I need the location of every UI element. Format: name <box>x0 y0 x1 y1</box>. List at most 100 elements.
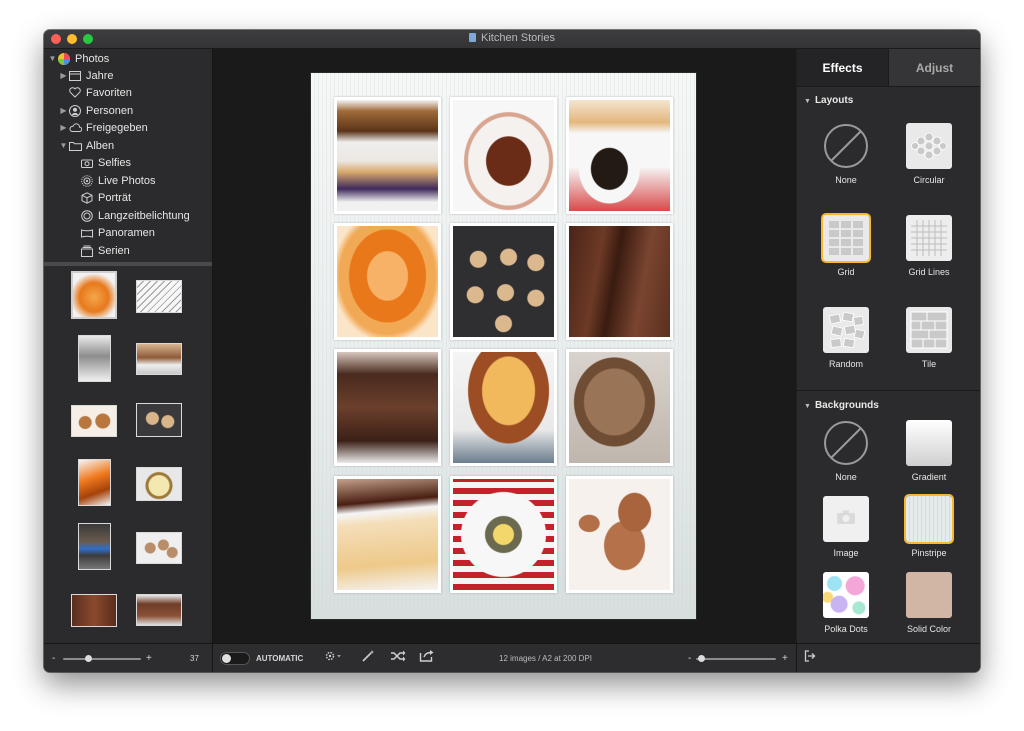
cloud-icon <box>68 121 82 135</box>
grid-layout-icon <box>823 215 869 261</box>
photo-count: 37 <box>190 654 199 663</box>
thumbnail[interactable] <box>78 523 111 570</box>
random-layout-icon <box>823 307 869 353</box>
thumbnail[interactable] <box>78 335 111 382</box>
collage-photo[interactable] <box>566 223 673 340</box>
disclosure-open-icon[interactable]: ▼ <box>59 141 68 150</box>
settings-menu-button[interactable] <box>325 651 341 665</box>
thumbnail[interactable] <box>71 405 117 437</box>
background-gradient[interactable]: Gradient <box>889 420 969 482</box>
background-image[interactable]: Image <box>806 496 886 558</box>
disclosure-closed-icon[interactable]: ▶ <box>59 123 68 132</box>
background-polka-dots[interactable]: Polka Dots <box>806 572 886 634</box>
collage-photo[interactable] <box>566 476 673 593</box>
background-none[interactable]: None <box>806 420 886 482</box>
effects-panel: Effects Adjust ▼ Layouts None Circular Gr… <box>797 49 980 643</box>
toggle-knob <box>222 654 231 663</box>
shuffle-icon <box>390 649 406 667</box>
slider-knob[interactable] <box>698 655 705 662</box>
collage-photo[interactable] <box>334 97 441 214</box>
gear-icon <box>324 649 342 667</box>
option-label: Solid Color <box>906 624 952 634</box>
sidebar-item-label: Porträt <box>98 191 132 204</box>
circular-layout-icon <box>906 123 952 169</box>
option-label: None <box>835 175 857 185</box>
layout-circular[interactable]: Circular <box>889 123 969 185</box>
sidebar-item-label: Langzeitbelichtung <box>98 209 190 222</box>
collage-photo[interactable] <box>334 476 441 593</box>
sidebar-item-live-photos[interactable]: Live Photos <box>80 172 155 189</box>
sidebar-item-label: Jahre <box>86 69 114 82</box>
heart-icon <box>68 86 82 100</box>
thumbnail-browser[interactable] <box>44 266 212 643</box>
thumbnail[interactable] <box>136 280 182 313</box>
sidebar-item-serien[interactable]: Serien <box>80 242 130 259</box>
shuffle-button[interactable] <box>390 649 406 667</box>
sidebar-item-label: Freigegeben <box>86 121 148 134</box>
collage-photo[interactable] <box>450 349 557 466</box>
thumbnail[interactable] <box>78 459 111 506</box>
layout-grid[interactable]: Grid <box>806 215 886 277</box>
layout-tile[interactable]: Tile <box>889 307 969 369</box>
sidebar-item-label: Personen <box>86 104 134 117</box>
share-button[interactable] <box>419 650 435 665</box>
sidebar-item-label: Selfies <box>98 156 132 169</box>
thumbnail[interactable] <box>136 532 182 564</box>
disclosure-closed-icon[interactable]: ▶ <box>59 71 68 80</box>
automatic-label: AUTOMATIC <box>256 654 304 663</box>
sidebar-item-selfies[interactable]: Selfies <box>80 154 131 171</box>
thumbnail[interactable] <box>71 271 117 319</box>
thumbnail[interactable] <box>71 594 117 627</box>
collage-photo[interactable] <box>334 349 441 466</box>
tab-effects[interactable]: Effects <box>797 49 889 86</box>
section-divider <box>797 390 980 391</box>
sidebar-item-freigegeben[interactable]: ▶ Freigegeben <box>59 119 148 136</box>
collage-photo[interactable] <box>334 223 441 340</box>
zoom-out-button[interactable]: - <box>688 653 691 664</box>
thumbnail-size-slider[interactable] <box>63 655 141 662</box>
sidebar-item-favoriten[interactable]: Favoriten <box>68 84 132 101</box>
thumbnail[interactable] <box>136 403 182 437</box>
sidebar-item-photos[interactable]: ▼ Photos <box>48 50 109 67</box>
sidebar-item-personen[interactable]: ▶ Personen <box>59 102 133 119</box>
thumbnail[interactable] <box>136 467 182 501</box>
sidebar-item-portrat[interactable]: Porträt <box>80 189 131 206</box>
option-label: Tile <box>921 359 937 369</box>
option-label: Random <box>828 359 864 369</box>
layout-none[interactable]: None <box>806 123 886 185</box>
export-button[interactable] <box>802 650 818 665</box>
sidebar-item-jahre[interactable]: ▶ Jahre <box>59 67 114 84</box>
collage-photo[interactable] <box>450 476 557 593</box>
layouts-section-header[interactable]: ▼ Layouts <box>804 95 853 106</box>
collage-photo[interactable] <box>566 349 673 466</box>
collage-photo[interactable] <box>566 97 673 214</box>
zoom-in-button[interactable]: + <box>782 653 788 664</box>
background-pinstripe[interactable]: Pinstripe <box>889 496 969 558</box>
thumbnail[interactable] <box>136 343 182 375</box>
background-solid-color[interactable]: Solid Color <box>889 572 969 634</box>
automatic-toggle[interactable] <box>220 652 250 665</box>
collage-photo[interactable] <box>450 223 557 340</box>
sidebar-item-panoramen[interactable]: Panoramen <box>80 224 155 241</box>
backgrounds-section-header[interactable]: ▼ Backgrounds <box>804 400 879 411</box>
slider-knob[interactable] <box>85 655 92 662</box>
thumb-zoom-out-button[interactable]: - <box>52 653 55 664</box>
layout-random[interactable]: Random <box>806 307 886 369</box>
collage-photo[interactable] <box>450 97 557 214</box>
canvas-zoom-slider[interactable] <box>696 655 776 662</box>
magic-wand-button[interactable] <box>360 649 376 665</box>
layout-grid-lines[interactable]: Grid Lines <box>889 215 969 277</box>
sidebar-item-langzeitbelichtung[interactable]: Langzeitbelichtung <box>80 207 190 224</box>
canvas-area[interactable] <box>213 49 796 643</box>
tab-adjust[interactable]: Adjust <box>889 49 980 86</box>
thumbnail[interactable] <box>136 594 182 626</box>
thumb-zoom-in-button[interactable]: + <box>146 653 152 664</box>
option-label: Circular <box>913 175 945 185</box>
sidebar-item-alben[interactable]: ▼ Alben <box>59 137 115 154</box>
live-photo-icon <box>80 174 94 188</box>
camera-icon <box>80 156 94 170</box>
disclosure-closed-icon[interactable]: ▶ <box>59 106 68 115</box>
long-exposure-icon <box>80 209 94 223</box>
collage-page[interactable] <box>311 73 696 619</box>
disclosure-open-icon[interactable]: ▼ <box>48 54 57 63</box>
